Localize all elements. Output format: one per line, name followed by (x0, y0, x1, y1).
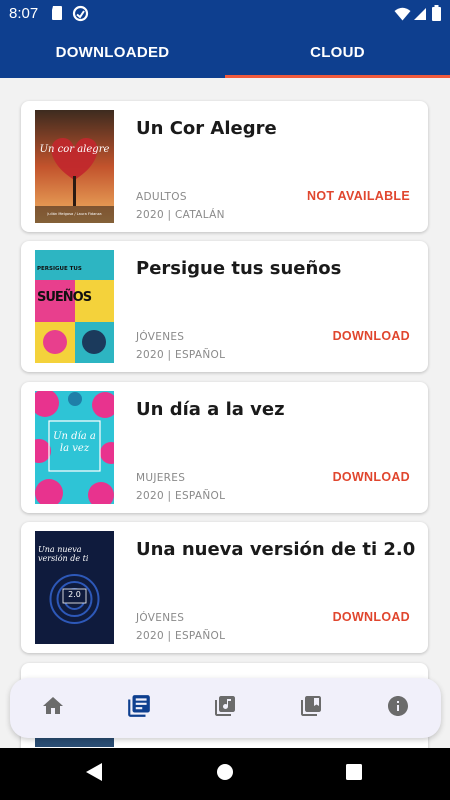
download-button[interactable]: DOWNLOAD (333, 329, 410, 343)
home-icon (41, 694, 65, 722)
cover-title: Un cor alegre (39, 144, 110, 155)
music-library-icon (213, 694, 237, 722)
back-icon[interactable] (85, 762, 103, 786)
book-cover: Un cor alegre Julián Melgosa / Laura Fid… (35, 110, 114, 223)
book-card[interactable]: PERSIGUE TUS SUEÑOS Persigue tus sueños … (21, 241, 428, 372)
wifi-icon (394, 6, 411, 25)
book-card[interactable]: Una nueva versión de ti 2.0 Una nueva ve… (21, 522, 428, 653)
book-category: JÓVENES (136, 612, 185, 624)
book-title: Un día a la vez (136, 399, 285, 420)
book-title: Una nueva versión de ti 2.0 (136, 539, 416, 560)
library-books-icon (126, 693, 152, 723)
info-icon (386, 694, 410, 722)
status-bar: 8:07 (0, 0, 450, 28)
bottom-navigation (10, 678, 441, 738)
download-button[interactable]: DOWNLOAD (333, 610, 410, 624)
tab-cloud[interactable]: CLOUD (225, 28, 450, 78)
cover-author: Julián Melgosa / Laura Fidanza (47, 212, 102, 216)
nav-home[interactable] (10, 678, 96, 738)
book-list[interactable]: Un cor alegre Julián Melgosa / Laura Fid… (0, 78, 450, 748)
nav-library[interactable] (96, 678, 182, 738)
nav-music[interactable] (182, 678, 268, 738)
book-meta: 2020 | ESPAÑOL (136, 630, 226, 642)
battery-icon (432, 5, 441, 25)
cover-title: PERSIGUE TUS (37, 266, 82, 272)
tab-bar: DOWNLOADED CLOUD (0, 28, 450, 78)
cover-subtitle: 2.0 (68, 590, 81, 599)
book-cover: Un día a la vez (35, 391, 114, 504)
recents-icon[interactable] (346, 764, 362, 784)
cover-title: Un día a la vez (53, 431, 96, 454)
cover-big-title: SUEÑOS (37, 290, 92, 305)
book-cover: PERSIGUE TUS SUEÑOS (35, 250, 114, 363)
book-title: Persigue tus sueños (136, 258, 342, 279)
book-meta: 2020 | ESPAÑOL (136, 349, 226, 361)
sd-card-icon (50, 5, 64, 25)
book-cover: Una nueva versión de ti 2.0 (35, 531, 114, 644)
download-button[interactable]: DOWNLOAD (333, 470, 410, 484)
tab-downloaded[interactable]: DOWNLOADED (0, 28, 225, 78)
signal-icon (413, 6, 427, 25)
collections-bookmark-icon (299, 694, 323, 722)
system-navigation-bar (0, 748, 450, 800)
status-time: 8:07 (9, 5, 39, 22)
book-card[interactable]: Un cor alegre Julián Melgosa / Laura Fid… (21, 101, 428, 232)
book-category: ADULTOS (136, 191, 187, 203)
home-button-icon[interactable] (216, 762, 234, 786)
book-category: JÓVENES (136, 331, 185, 343)
not-available-label: NOT AVAILABLE (307, 189, 410, 203)
book-meta: 2020 | ESPAÑOL (136, 490, 226, 502)
cover-title: Una nueva versión de ti (38, 545, 89, 563)
nav-collections[interactable] (268, 678, 354, 738)
book-title: Un Cor Alegre (136, 118, 277, 139)
book-category: MUJERES (136, 472, 186, 484)
book-card[interactable]: Un día a la vez Un día a la vez MUJERES … (21, 382, 428, 513)
data-saver-icon (72, 5, 89, 26)
nav-info[interactable] (355, 678, 441, 738)
book-meta: 2020 | CATALÁN (136, 209, 225, 221)
